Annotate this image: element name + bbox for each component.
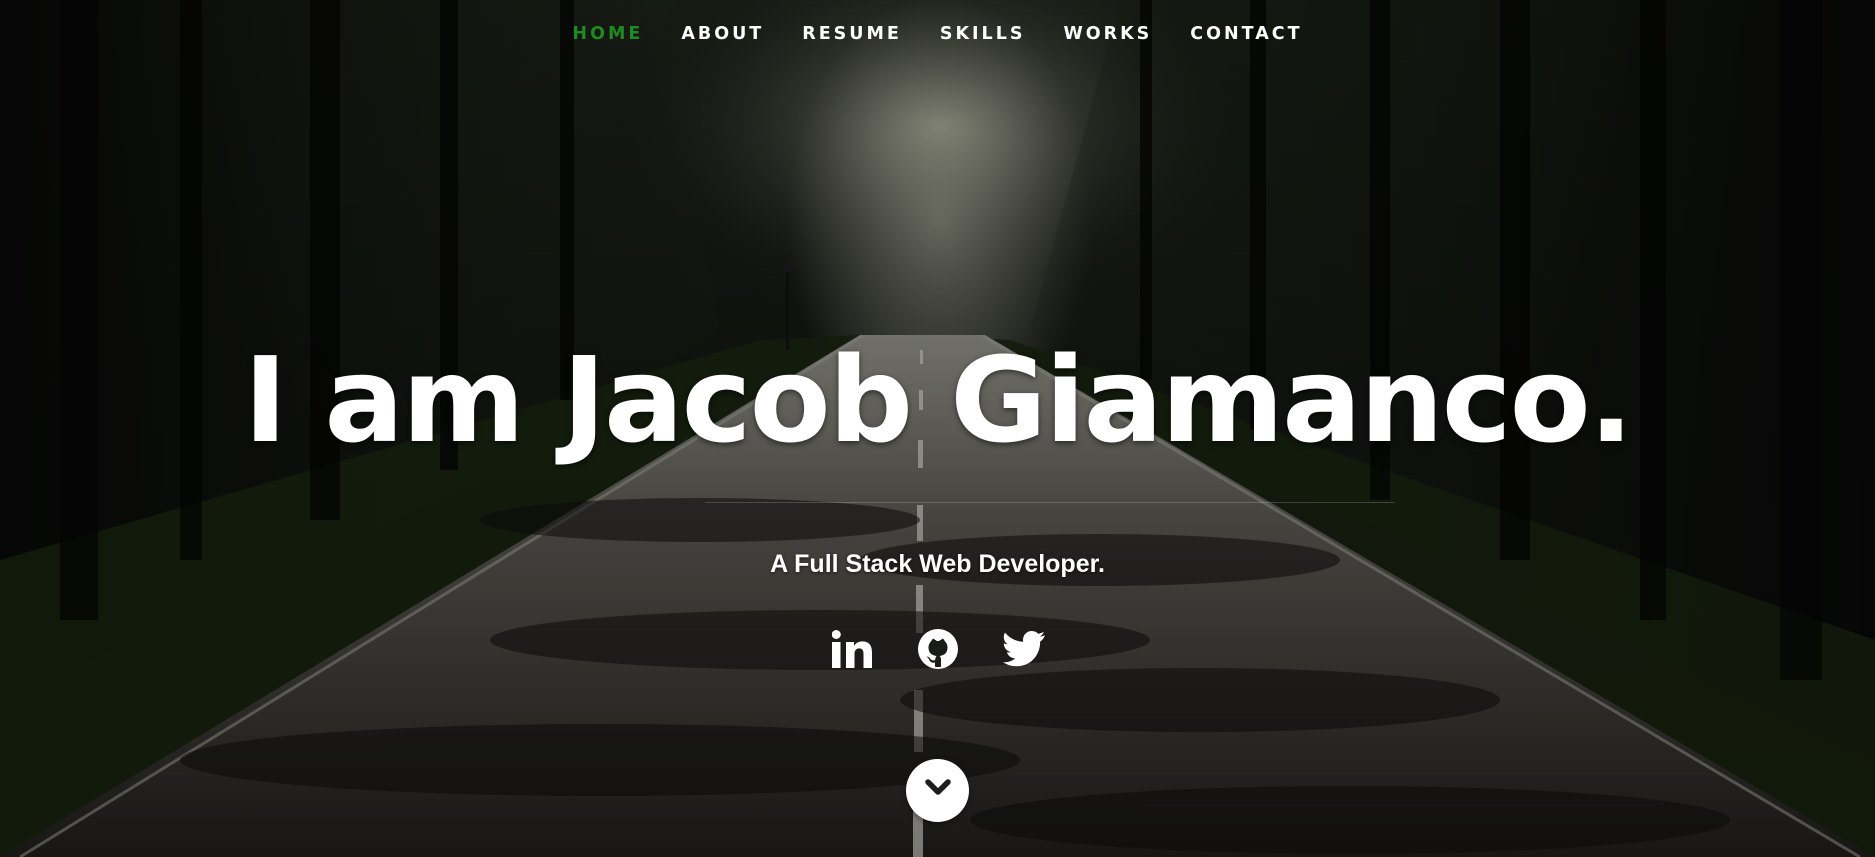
hero-subtitle: A Full Stack Web Developer. [770, 550, 1105, 578]
hero-section: HOME ABOUT RESUME SKILLS WORKS CONTACT I… [0, 0, 1875, 857]
twitter-link[interactable] [1002, 628, 1045, 670]
hero-headline: I am Jacob Giamanco. [243, 331, 1633, 469]
main-nav: HOME ABOUT RESUME SKILLS WORKS CONTACT [0, 18, 1875, 50]
scroll-down-button[interactable] [906, 759, 969, 822]
nav-item-about[interactable]: ABOUT [662, 18, 783, 50]
twitter-icon [1002, 631, 1045, 667]
nav-item-skills[interactable]: SKILLS [921, 18, 1045, 50]
social-links [0, 628, 1875, 670]
chevron-down-icon [924, 779, 951, 802]
nav-item-home[interactable]: HOME [553, 18, 662, 50]
hero-divider [705, 502, 1395, 503]
linkedin-icon [831, 630, 872, 668]
nav-item-contact[interactable]: CONTACT [1171, 18, 1321, 50]
github-link[interactable] [917, 628, 959, 670]
linkedin-link[interactable] [831, 628, 873, 670]
nav-item-resume[interactable]: RESUME [783, 18, 921, 50]
github-icon [917, 629, 958, 669]
nav-item-works[interactable]: WORKS [1044, 18, 1171, 50]
